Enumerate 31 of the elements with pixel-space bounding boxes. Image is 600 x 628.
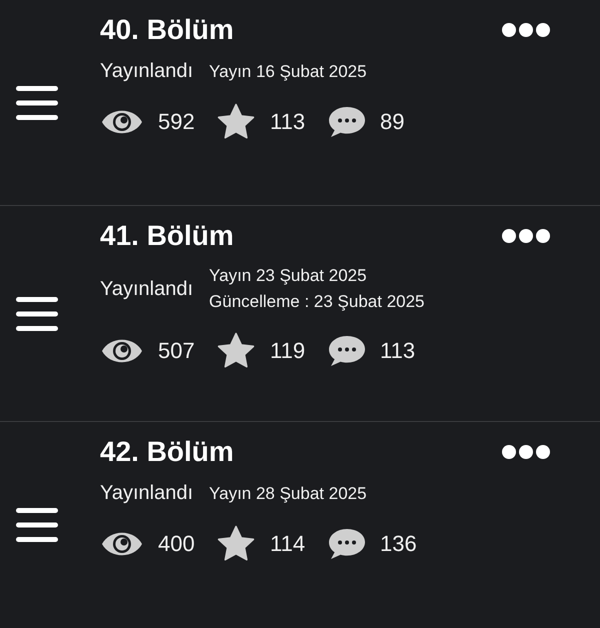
date-text: Güncelleme : 23 Şubat 2025 bbox=[209, 292, 425, 312]
comment-count: 136 bbox=[380, 531, 418, 557]
date-text: Yayın 28 Şubat 2025 bbox=[209, 484, 367, 504]
drag-handle-icon[interactable] bbox=[16, 296, 58, 332]
more-options-button[interactable] bbox=[502, 445, 550, 459]
drag-handle-icon[interactable] bbox=[16, 84, 58, 120]
status-label: Yayınlandı bbox=[100, 60, 194, 83]
view-count: 400 bbox=[158, 531, 196, 557]
chat-bubble-icon bbox=[328, 527, 366, 561]
status-label: Yayınlandı bbox=[100, 482, 194, 505]
status-label: Yayınlandı bbox=[100, 278, 194, 300]
star-count: 119 bbox=[270, 338, 306, 364]
star-icon bbox=[216, 332, 256, 370]
date-text: Yayın 16 Şubat 2025 bbox=[209, 62, 367, 82]
star-icon bbox=[216, 525, 256, 563]
more-options-button[interactable] bbox=[502, 229, 550, 243]
star-icon bbox=[216, 103, 256, 141]
drag-handle-icon[interactable] bbox=[16, 507, 58, 543]
star-count: 114 bbox=[270, 531, 306, 557]
view-count: 507 bbox=[158, 338, 196, 364]
comment-count: 113 bbox=[380, 338, 416, 364]
chat-bubble-icon bbox=[328, 334, 366, 368]
view-count: 592 bbox=[158, 109, 196, 135]
chat-bubble-icon bbox=[328, 105, 366, 139]
episode-title: 42. Bölüm bbox=[100, 436, 234, 468]
more-options-button[interactable] bbox=[502, 23, 550, 37]
date-text: Yayın 23 Şubat 2025 bbox=[209, 266, 368, 286]
episode-title: 41. Bölüm bbox=[100, 220, 234, 252]
comment-count: 89 bbox=[380, 109, 406, 135]
episode-title: 40. Bölüm bbox=[100, 14, 234, 46]
star-count: 113 bbox=[270, 109, 306, 135]
